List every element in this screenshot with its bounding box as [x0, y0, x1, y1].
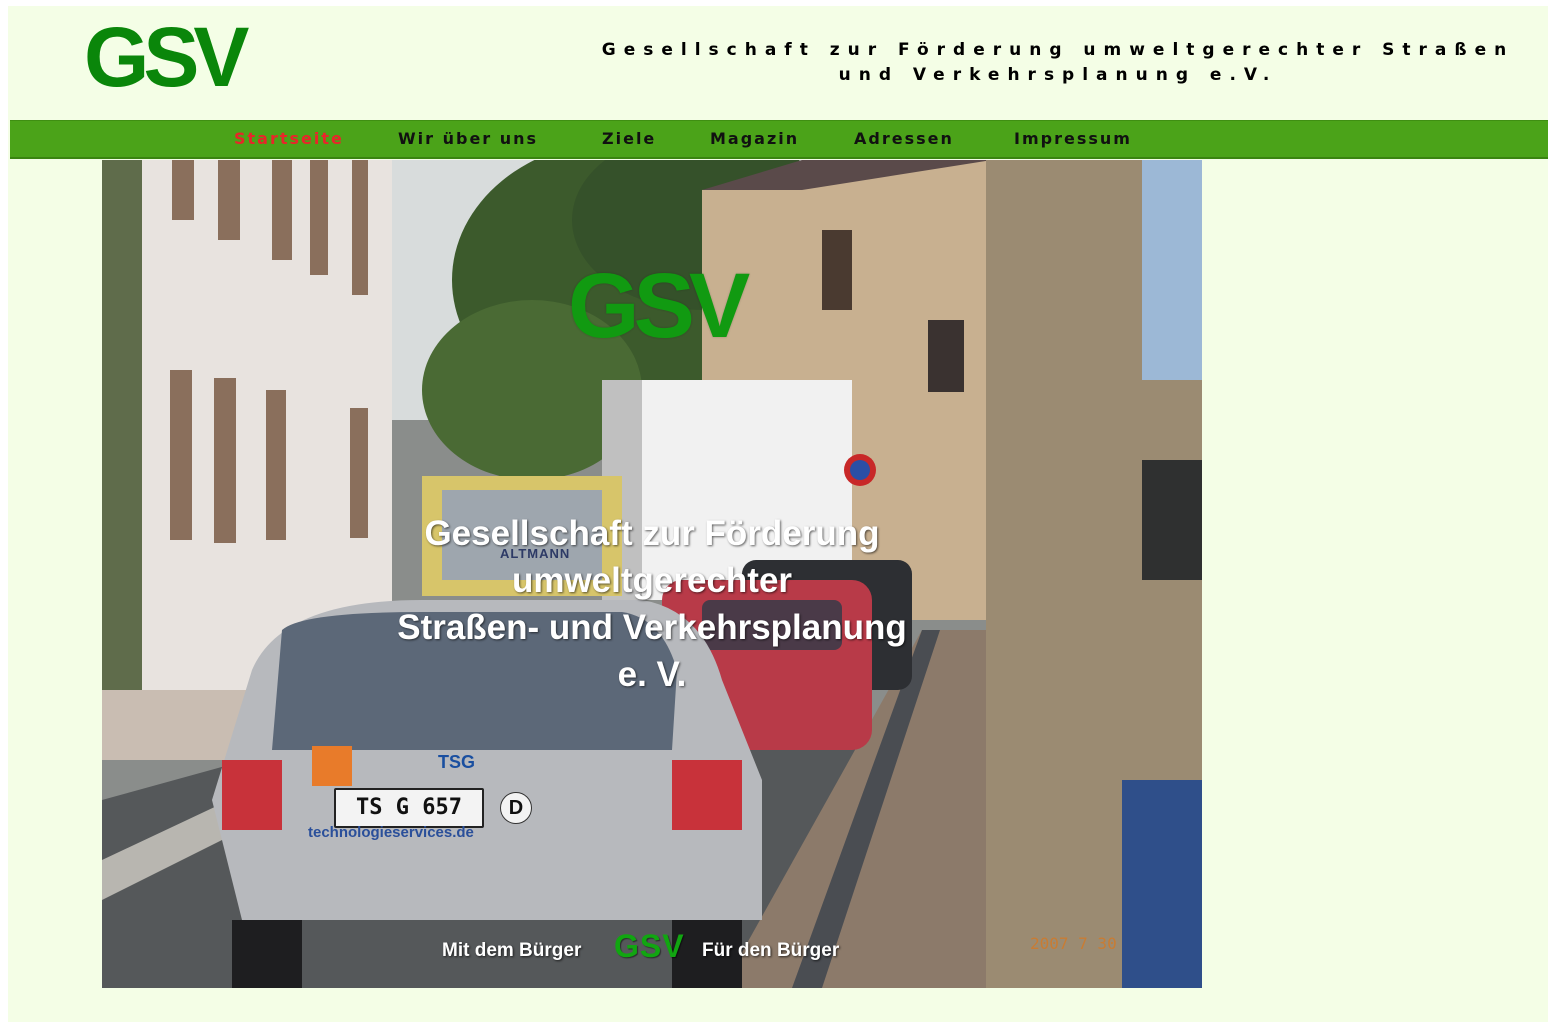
- nav-item-ziele[interactable]: Ziele: [602, 121, 656, 157]
- nav-item-wir-ueber-uns[interactable]: Wir über uns: [398, 121, 538, 157]
- slogan-gsv-logo: GSV: [614, 928, 685, 964]
- hero-gsv-logo: GSV: [568, 255, 750, 357]
- country-sticker: D: [500, 792, 532, 824]
- slogan-right: Für den Bürger: [702, 940, 840, 961]
- hero-title-line-2: umweltgerechter: [511, 561, 793, 600]
- nav-item-startseite[interactable]: Startseite: [234, 121, 344, 157]
- hero-title: Gesellschaft zur Förderung umweltgerecht…: [332, 510, 972, 698]
- nav-item-adressen[interactable]: Adressen: [854, 121, 954, 157]
- main-navigation: Startseite Wir über uns Ziele Magazin Ad…: [10, 120, 1548, 159]
- gsv-logo[interactable]: GSV: [84, 12, 249, 102]
- hero-title-line-4: e. V.: [617, 655, 687, 694]
- page: GSV Gesellschaft zur Förderung umweltger…: [8, 6, 1548, 1022]
- hero-banner: ALTMANN TSG TS G 657 D technologieservic…: [102, 160, 1202, 988]
- slogan-left: Mit dem Bürger: [442, 940, 582, 961]
- car-url-lettering: technologieservices.de: [308, 824, 474, 841]
- nav-item-magazin[interactable]: Magazin: [710, 121, 799, 157]
- organization-name: Gesellschaft zur Förderung umweltgerecht…: [568, 38, 1548, 88]
- nav-item-impressum[interactable]: Impressum: [1014, 121, 1132, 157]
- hero-title-line-1: Gesellschaft zur Förderung: [424, 514, 880, 553]
- org-name-line-2: und Verkehrsplanung e.V.: [838, 65, 1278, 85]
- org-name-line-1: Gesellschaft zur Förderung umweltgerecht…: [601, 40, 1515, 60]
- hero-title-line-3: Straßen- und Verkehrsplanung: [397, 608, 907, 647]
- license-plate: TS G 657: [334, 788, 484, 828]
- car-brand-lettering: TSG: [438, 752, 476, 772]
- photo-date-stamp: 2007 7 30: [1030, 934, 1117, 953]
